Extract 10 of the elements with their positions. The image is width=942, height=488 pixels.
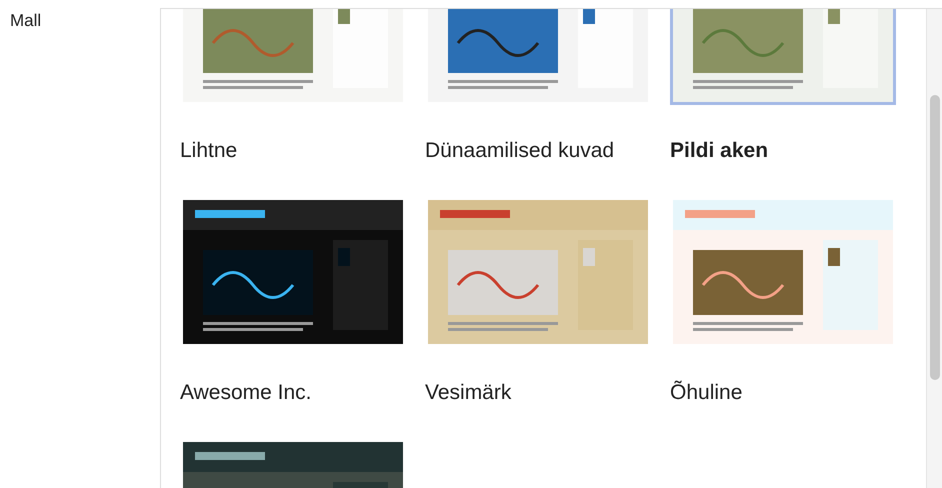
template-name[interactable]: Awesome Inc. <box>180 377 425 408</box>
template-name[interactable]: Vesimärk <box>425 377 670 408</box>
template-name[interactable]: Dünaamilised kuvad <box>425 135 670 166</box>
scrollbar-thumb[interactable] <box>930 95 940 380</box>
template-preview[interactable] <box>180 197 406 347</box>
template-name[interactable]: Lihtne <box>180 135 425 166</box>
template-name[interactable]: Pildi aken <box>670 135 915 166</box>
scrollbar[interactable] <box>926 9 942 488</box>
field-label: Mall <box>9 10 42 32</box>
template-name[interactable]: Õhuline <box>670 377 915 408</box>
